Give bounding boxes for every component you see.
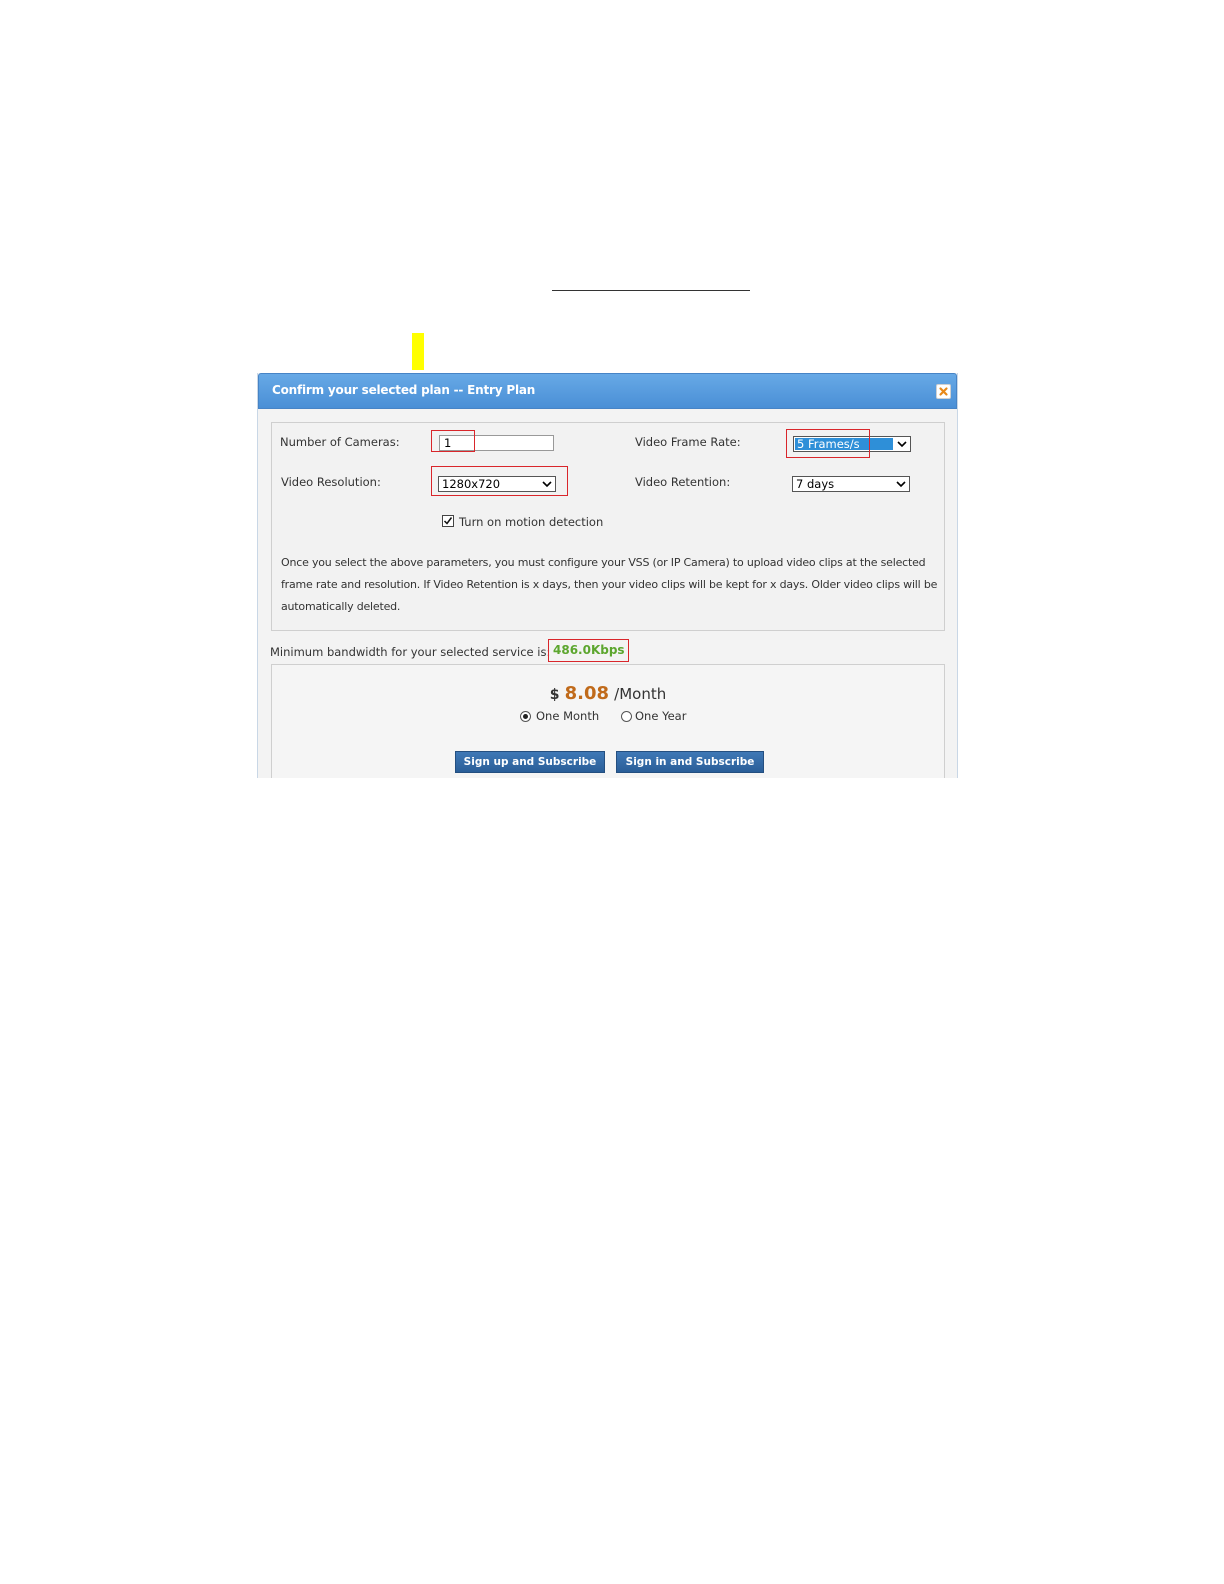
close-icon xyxy=(939,387,948,396)
price-currency: $ xyxy=(549,687,560,703)
retention-label: Video Retention: xyxy=(635,475,731,489)
chevron-down-icon xyxy=(897,441,907,448)
dialog-title: Confirm your selected plan -- Entry Plan xyxy=(272,383,536,397)
chevron-down-icon xyxy=(896,481,906,488)
radio-one-year-label[interactable]: One Year xyxy=(635,709,686,723)
radio-one-year[interactable] xyxy=(621,711,632,722)
annotation-box-cameras xyxy=(431,430,475,452)
price-display: $ 8.08 /Month xyxy=(272,683,944,704)
document-underline xyxy=(552,290,750,291)
parameters-description: Once you select the above parameters, yo… xyxy=(281,556,938,613)
price-amount: 8.08 xyxy=(564,683,610,704)
yellow-highlight-mark xyxy=(412,333,424,370)
close-button[interactable] xyxy=(936,384,951,399)
cameras-label: Number of Cameras: xyxy=(280,435,400,449)
frame-rate-label: Video Frame Rate: xyxy=(635,435,741,449)
dialog-titlebar: Confirm your selected plan -- Entry Plan xyxy=(258,373,957,409)
retention-select[interactable]: 7 days xyxy=(792,476,910,492)
annotation-box-resolution xyxy=(431,466,568,496)
radio-one-month-label[interactable]: One Month xyxy=(536,709,599,723)
radio-selected-dot xyxy=(523,714,528,719)
annotation-box-bandwidth xyxy=(548,639,629,662)
motion-detection-checkbox[interactable] xyxy=(442,515,454,527)
radio-one-month[interactable] xyxy=(520,711,531,722)
retention-selected-value: 7 days xyxy=(796,477,835,491)
pricing-panel: $ 8.08 /Month One Month One Year Sign up… xyxy=(271,664,945,778)
plan-confirm-dialog: Confirm your selected plan -- Entry Plan… xyxy=(257,373,958,778)
annotation-box-frame-rate xyxy=(786,429,870,458)
parameters-panel: Number of Cameras: 1 Video Frame Rate: 5… xyxy=(271,422,945,631)
motion-detection-label[interactable]: Turn on motion detection xyxy=(459,515,603,529)
checkmark-icon xyxy=(443,517,453,525)
sign-up-subscribe-button[interactable]: Sign up and Subscribe xyxy=(455,751,605,773)
price-period: /Month xyxy=(614,685,667,703)
resolution-label: Video Resolution: xyxy=(281,475,381,489)
sign-in-subscribe-button[interactable]: Sign in and Subscribe xyxy=(616,751,764,773)
bandwidth-label: Minimum bandwidth for your selected serv… xyxy=(270,645,551,659)
